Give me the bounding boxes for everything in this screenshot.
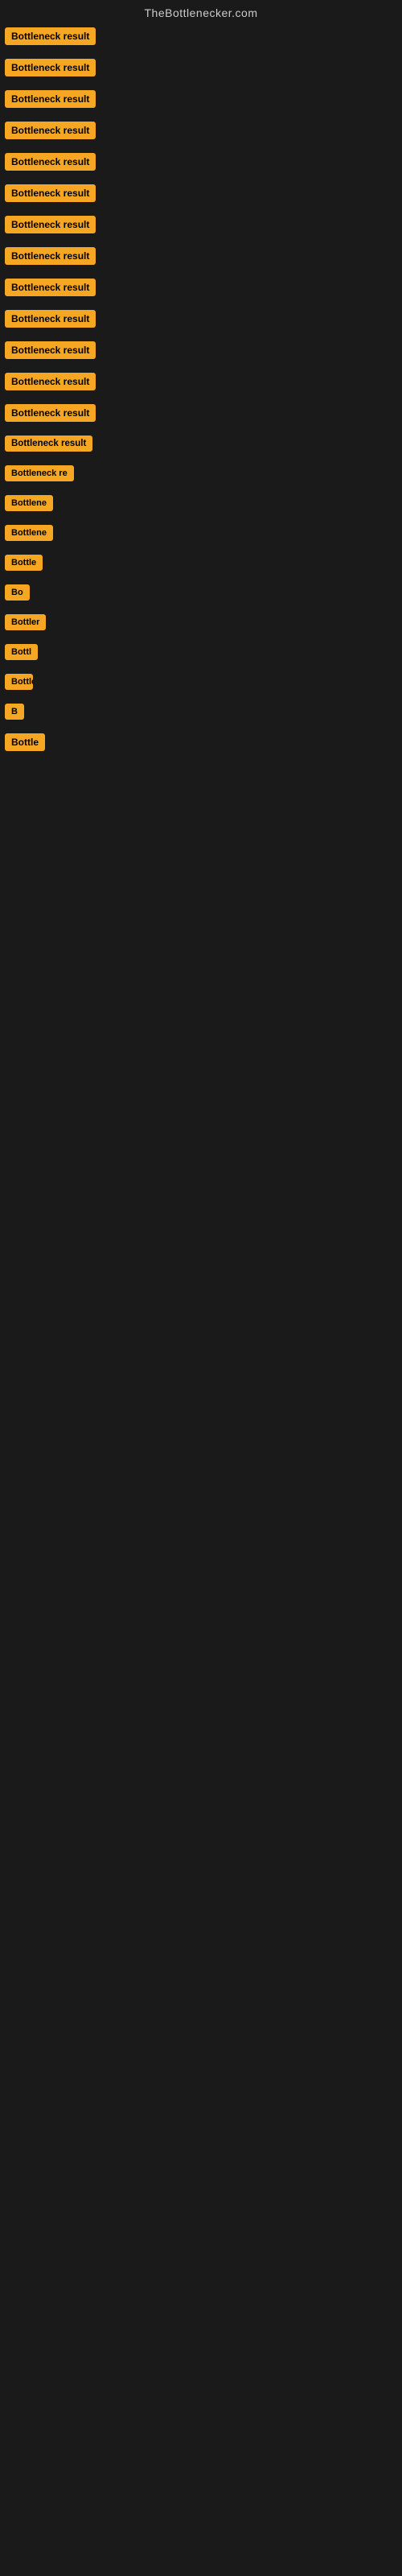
badge-row-16: Bottlene	[2, 490, 400, 520]
bottleneck-badge-14[interactable]: Bottleneck result	[5, 436, 92, 452]
bottleneck-badge-15[interactable]: Bottleneck re	[5, 465, 74, 481]
badge-row-24: Bottle	[2, 729, 400, 760]
bottleneck-badge-17[interactable]: Bottlene	[5, 525, 53, 541]
bottleneck-badge-16[interactable]: Bottlene	[5, 495, 53, 511]
badge-row-15: Bottleneck re	[2, 460, 400, 490]
badge-row-18: Bottle	[2, 550, 400, 580]
bottleneck-badge-12[interactable]: Bottleneck result	[5, 373, 96, 390]
results-container: Bottleneck result Bottleneck result Bottle…	[0, 23, 402, 760]
site-title: TheBottlenecker.com	[0, 0, 402, 23]
bottleneck-badge-6[interactable]: Bottleneck result	[5, 184, 96, 202]
badge-row-2: Bottleneck result	[2, 54, 400, 85]
site-header: TheBottlenecker.com	[0, 0, 402, 23]
bottleneck-badge-20[interactable]: Bottler	[5, 614, 46, 630]
badge-row-12: Bottleneck result	[2, 368, 400, 399]
bottleneck-badge-10[interactable]: Bottleneck result	[5, 310, 96, 328]
bottleneck-badge-5[interactable]: Bottleneck result	[5, 153, 96, 171]
bottleneck-badge-23[interactable]: B	[5, 704, 24, 720]
badge-row-11: Bottleneck result	[2, 336, 400, 368]
badge-row-10: Bottleneck result	[2, 305, 400, 336]
badge-row-14: Bottleneck result	[2, 431, 400, 460]
bottleneck-badge-1[interactable]: Bottleneck result	[5, 27, 96, 45]
bottleneck-badge-24[interactable]: Bottle	[5, 733, 45, 751]
badge-row-23: B	[2, 699, 400, 729]
badge-row-19: Bo	[2, 580, 400, 609]
badge-row-5: Bottleneck result	[2, 148, 400, 180]
badge-row-8: Bottleneck result	[2, 242, 400, 274]
badge-row-7: Bottleneck result	[2, 211, 400, 242]
badge-row-1: Bottleneck result	[2, 23, 400, 54]
bottleneck-badge-19[interactable]: Bo	[5, 584, 30, 601]
badge-row-22: Bottlene	[2, 669, 400, 699]
bottleneck-badge-7[interactable]: Bottleneck result	[5, 216, 96, 233]
bottleneck-badge-13[interactable]: Bottleneck result	[5, 404, 96, 422]
badge-row-13: Bottleneck result	[2, 399, 400, 431]
bottleneck-badge-9[interactable]: Bottleneck result	[5, 279, 96, 296]
bottleneck-badge-22[interactable]: Bottlene	[5, 674, 33, 690]
bottleneck-badge-3[interactable]: Bottleneck result	[5, 90, 96, 108]
bottleneck-badge-2[interactable]: Bottleneck result	[5, 59, 96, 76]
badge-row-4: Bottleneck result	[2, 117, 400, 148]
badge-row-9: Bottleneck result	[2, 274, 400, 305]
badge-row-21: Bottl	[2, 639, 400, 669]
bottleneck-badge-21[interactable]: Bottl	[5, 644, 38, 660]
spacer	[0, 760, 402, 1404]
badge-row-6: Bottleneck result	[2, 180, 400, 211]
badge-row-20: Bottler	[2, 609, 400, 639]
badge-row-17: Bottlene	[2, 520, 400, 550]
bottleneck-badge-4[interactable]: Bottleneck result	[5, 122, 96, 139]
bottleneck-badge-11[interactable]: Bottleneck result	[5, 341, 96, 359]
bottleneck-badge-8[interactable]: Bottleneck result	[5, 247, 96, 265]
badge-row-3: Bottleneck result	[2, 85, 400, 117]
bottleneck-badge-18[interactable]: Bottle	[5, 555, 43, 571]
